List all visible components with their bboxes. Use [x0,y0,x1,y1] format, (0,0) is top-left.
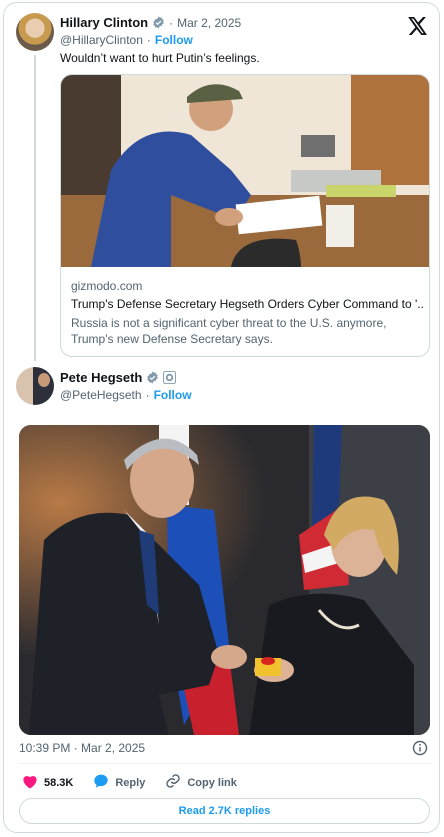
heart-icon [22,774,44,792]
verified-badge-icon [152,16,165,29]
tweet-timestamp[interactable]: 10:39 PM · Mar 2, 2025 [19,741,145,755]
copy-link-label: Copy link [187,776,237,789]
reply-icon [93,773,115,792]
separator-dot: · [145,388,150,402]
tweet-text: Wouldn’t want to hurt Putin’s feelings. [60,51,260,65]
link-preview-image [61,75,429,267]
embedded-tweet-card: Hillary Clinton · Mar 2, 2025 @HillaryCl… [3,2,440,833]
tweet-photo[interactable] [19,425,430,735]
quoted-tweet-header: Hillary Clinton · Mar 2, 2025 [60,15,241,30]
main-tweet-header: Pete Hegseth [60,370,177,385]
link-title: Trump's Defense Secretary Hegseth Orders… [71,297,423,311]
author-name[interactable]: Hillary Clinton [60,15,148,30]
author-handle[interactable]: @PeteHegseth [60,388,142,402]
tweet-date[interactable]: Mar 2, 2025 [177,16,241,30]
reply-label: Reply [115,776,146,789]
thread-connector-line [34,55,36,361]
link-preview-card[interactable]: gizmodo.com Trump's Defense Secretary He… [60,74,430,357]
verified-badge-icon [146,371,159,384]
follow-button[interactable]: Follow [155,33,193,47]
separator-dot: · [146,33,151,47]
x-logo-icon[interactable] [408,17,428,35]
link-description: Russia is not a significant cyber threat… [71,316,387,346]
reply-button[interactable]: Reply [93,773,145,792]
avatar-hillary[interactable] [16,13,54,51]
link-icon [165,773,187,792]
follow-button[interactable]: Follow [154,388,192,402]
info-icon[interactable] [412,740,428,756]
quoted-tweet-subheader: @HillaryClinton · Follow [60,33,193,47]
separator-dot: · [169,15,174,30]
read-replies-button[interactable]: Read 2.7K replies [19,798,430,824]
action-bar: 58.3K Reply Copy link [22,773,257,792]
like-button[interactable]: 58.3K [22,774,73,792]
author-name[interactable]: Pete Hegseth [60,370,142,385]
link-domain: gizmodo.com [71,279,143,293]
avatar-pete[interactable] [16,367,54,405]
main-tweet-subheader: @PeteHegseth · Follow [60,388,192,402]
author-handle[interactable]: @HillaryClinton [60,33,143,47]
divider [19,763,430,764]
government-affiliation-icon [163,371,177,384]
like-count: 58.3K [44,776,74,789]
copy-link-button[interactable]: Copy link [165,773,237,792]
